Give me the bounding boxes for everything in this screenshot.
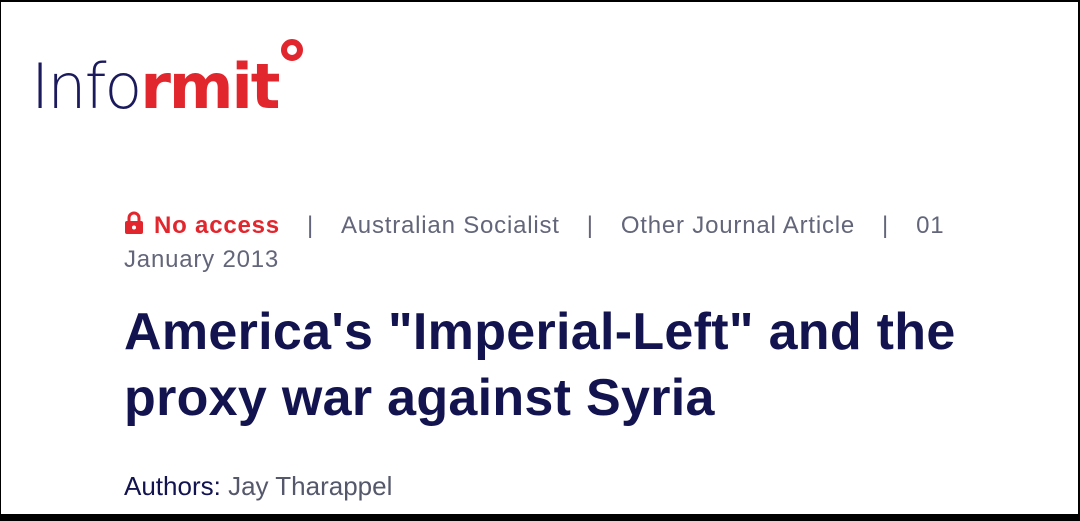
informit-logo[interactable]: Informit	[31, 36, 331, 126]
logo-text-info: Info	[31, 50, 142, 123]
author-name[interactable]: Jay Tharappel	[228, 471, 392, 501]
meta-separator: |	[306, 212, 314, 239]
lock-icon	[124, 211, 144, 235]
article-meta: No access | Australian Socialist | Other Jou…	[124, 209, 1024, 277]
logo-text-rmit: rmit	[140, 50, 280, 123]
article-title: America's "Imperial-Left" and the proxy …	[124, 303, 956, 427]
logo-wordmark: Informit	[31, 56, 280, 118]
authors-label: Authors:	[124, 471, 221, 501]
page: Informit No access | Australian Socialist |…	[0, 0, 1078, 514]
meta-separator: |	[882, 212, 890, 239]
meta-separator: |	[586, 212, 594, 239]
publication-name[interactable]: Australian Socialist	[341, 212, 560, 239]
content-type: Other Journal Article	[620, 212, 856, 239]
authors-line: Authors: Jay Tharappel	[124, 468, 392, 504]
access-status: No access	[154, 212, 280, 239]
logo-ring-icon	[281, 39, 303, 61]
